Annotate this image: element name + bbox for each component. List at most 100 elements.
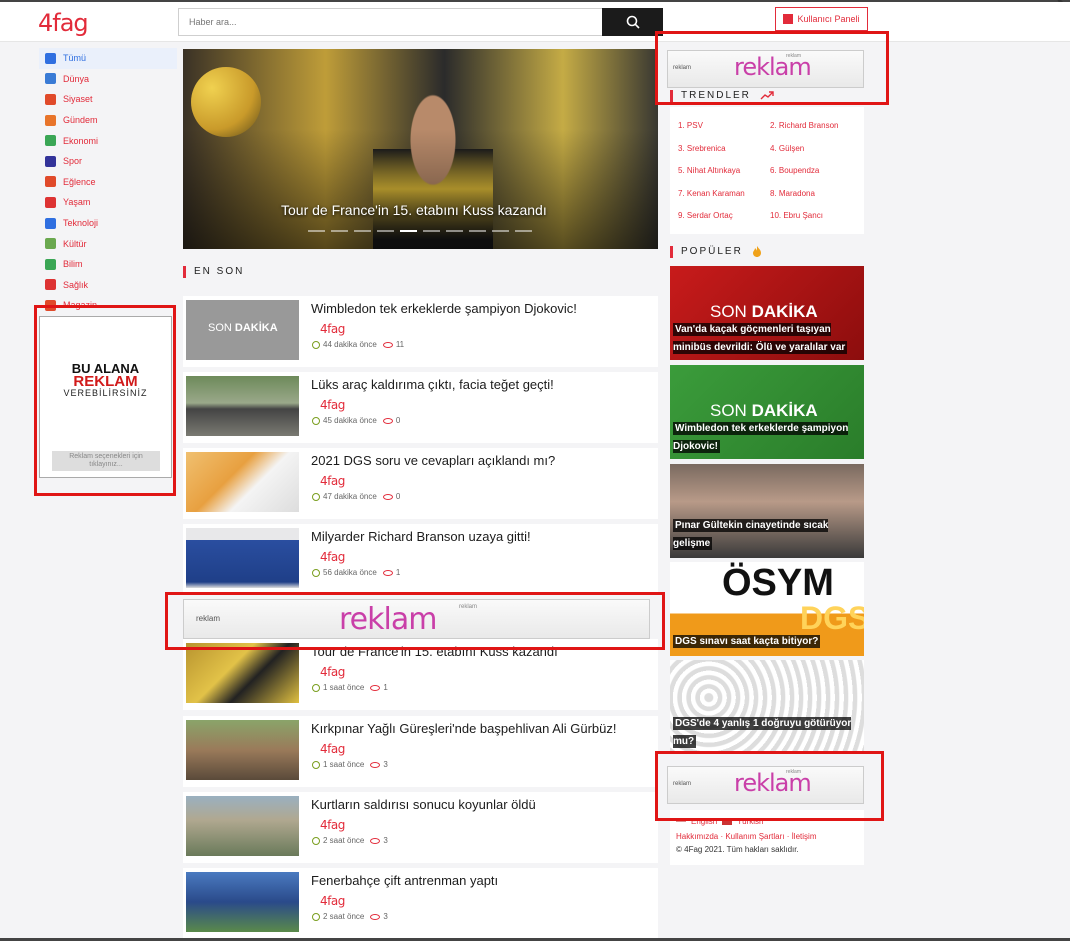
- news-thumbnail[interactable]: [186, 796, 299, 856]
- category-sidebar: Tümü Dünya Siyaset Gündem Ekonomi Spor Eğlence…: [39, 48, 177, 316]
- slider-dot[interactable]: [308, 230, 325, 232]
- popular-caption[interactable]: DGS'de 4 yanlış 1 doğruyu götürüyor mu?: [673, 715, 863, 751]
- news-headline[interactable]: 2021 DGS soru ve cevapları açıklandı mı?: [311, 453, 555, 468]
- news-headline[interactable]: Fenerbahçe çift antrenman yaptı: [311, 873, 498, 888]
- news-headline[interactable]: Lüks araç kaldırıma çıktı, facia teğet g…: [311, 377, 554, 392]
- popular-item[interactable]: Pınar Gültekin cinayetinde sıcak gelişme: [670, 464, 864, 558]
- news-thumbnail[interactable]: [186, 452, 299, 512]
- trend-item[interactable]: 4. Gülşen: [770, 144, 804, 153]
- sidebar-item-label: Spor: [63, 156, 83, 167]
- news-time: 2 saat önce: [323, 912, 365, 921]
- search-input[interactable]: [178, 8, 604, 36]
- list-item[interactable]: SON DAKİKA Wimbledon tek erkeklerde şampi…: [183, 296, 658, 367]
- sidebar-item-7[interactable]: Yaşam: [39, 192, 177, 213]
- news-thumbnail[interactable]: [186, 643, 299, 703]
- footer-links[interactable]: Hakkımızda · Kullanım Şartları · İletişi…: [676, 832, 816, 841]
- news-source[interactable]: 4fag: [320, 322, 345, 336]
- eye-icon: [370, 913, 381, 920]
- list-item[interactable]: Fenerbahçe çift antrenman yaptı 4fag 2 saa…: [183, 868, 658, 939]
- sidebar-item-2[interactable]: Siyaset: [39, 89, 177, 110]
- sidebar-item-label: Gündem: [63, 115, 98, 126]
- world-icon: [45, 73, 56, 85]
- sidebar-item-3[interactable]: Gündem: [39, 110, 177, 131]
- popular-heading: POPÜLER: [670, 246, 762, 258]
- search-button[interactable]: [602, 8, 663, 36]
- sidebar-item-label: Teknoloji: [63, 218, 99, 229]
- news-thumbnail[interactable]: SON DAKİKA: [186, 300, 299, 360]
- hero-title[interactable]: Tour de France'in 15. etabını Kuss kazan…: [281, 202, 547, 218]
- list-item[interactable]: 2021 DGS soru ve cevapları açıklandı mı?…: [183, 448, 658, 519]
- news-thumbnail[interactable]: [186, 720, 299, 780]
- clock-icon: [312, 760, 320, 769]
- list-item[interactable]: Lüks araç kaldırıma çıktı, facia teğet g…: [183, 372, 658, 443]
- news-headline[interactable]: Wimbledon tek erkeklerde şampiyon Djokov…: [311, 301, 577, 316]
- popular-caption[interactable]: Pınar Gültekin cinayetinde sıcak gelişme: [673, 517, 863, 553]
- news-thumbnail[interactable]: [186, 528, 299, 588]
- sidebar-item-label: Dünya: [63, 73, 90, 84]
- popular-caption[interactable]: Van'da kaçak göçmenleri taşıyan minibüs …: [673, 321, 863, 357]
- hero-slider[interactable]: Tour de France'in 15. etabını Kuss kazan…: [183, 49, 658, 249]
- news-views: 0: [395, 416, 401, 425]
- news-thumbnail[interactable]: [186, 872, 299, 932]
- popular-item[interactable]: SON DAKİKA Van'da kaçak göçmenleri taşıya…: [670, 266, 864, 360]
- list-item[interactable]: Kurtların saldırısı sonucu koyunlar öldü…: [183, 792, 658, 863]
- slider-dot[interactable]: [423, 230, 440, 232]
- popular-caption[interactable]: Wimbledon tek erkeklerde şampiyon Djokov…: [673, 420, 863, 456]
- eye-icon: [382, 493, 393, 500]
- news-source[interactable]: 4fag: [320, 818, 345, 832]
- news-source[interactable]: 4fag: [320, 894, 345, 908]
- news-time: 44 dakika önce: [323, 340, 377, 349]
- slider-dot[interactable]: [469, 230, 486, 232]
- news-source[interactable]: 4fag: [320, 550, 345, 564]
- trend-item[interactable]: 6. Boupendza: [770, 166, 819, 175]
- heartbeat-icon: [45, 279, 56, 291]
- sidebar-item-4[interactable]: Ekonomi: [39, 130, 177, 151]
- slider-dot[interactable]: [354, 230, 371, 232]
- clock-icon: [312, 568, 320, 577]
- popular-item[interactable]: SON DAKİKA Wimbledon tek erkeklerde şampi…: [670, 365, 864, 459]
- trend-item[interactable]: 2. Richard Branson: [770, 121, 838, 130]
- trend-item[interactable]: 10. Ebru Şancı: [770, 211, 823, 220]
- sidebar-item-10[interactable]: Bilim: [39, 254, 177, 275]
- sidebar-item-label: Tümü: [63, 53, 87, 64]
- trend-item[interactable]: 9. Serdar Ortaç: [678, 211, 733, 220]
- list-item[interactable]: Milyarder Richard Branson uzaya gitti! 4f…: [183, 524, 658, 595]
- sidebar-item-8[interactable]: Teknoloji: [39, 213, 177, 234]
- sidebar-item-1[interactable]: Dünya: [39, 69, 177, 90]
- news-headline[interactable]: Kurtların saldırısı sonucu koyunlar öldü: [311, 797, 536, 812]
- list-item[interactable]: Kırkpınar Yağlı Güreşleri'nde başpehliva…: [183, 716, 658, 787]
- sidebar-item-6[interactable]: Eğlence: [39, 172, 177, 193]
- trend-item[interactable]: 5. Nihat Altınkaya: [678, 166, 740, 175]
- popular-caption[interactable]: DGS sınavı saat kaçta bitiyor?: [673, 633, 863, 651]
- sidebar-item-9[interactable]: Kültür: [39, 233, 177, 254]
- sidebar-item-5[interactable]: Spor: [39, 151, 177, 172]
- site-logo[interactable]: 4fag: [38, 9, 89, 37]
- sidebar-item-0[interactable]: Tümü: [39, 48, 177, 69]
- eye-icon: [370, 837, 381, 844]
- news-source[interactable]: 4fag: [320, 742, 345, 756]
- party-icon: [45, 176, 56, 188]
- popular-item[interactable]: DGS'de 4 yanlış 1 doğruyu götürüyor mu?: [670, 660, 864, 754]
- slider-dot[interactable]: [400, 230, 417, 232]
- thumb-text: ÖSYM: [722, 562, 834, 604]
- user-panel-button[interactable]: Kullanıcı Paneli: [775, 7, 868, 31]
- news-source[interactable]: 4fag: [320, 665, 345, 679]
- trend-item[interactable]: 8. Maradona: [770, 189, 815, 198]
- news-source[interactable]: 4fag: [320, 474, 345, 488]
- sidebar-item-11[interactable]: Sağlık: [39, 275, 177, 296]
- slider-dot[interactable]: [515, 230, 532, 232]
- news-headline[interactable]: Milyarder Richard Branson uzaya gitti!: [311, 529, 531, 544]
- news-thumbnail[interactable]: [186, 376, 299, 436]
- clock-icon: [312, 340, 320, 349]
- slider-dot[interactable]: [331, 230, 348, 232]
- popular-item[interactable]: ÖSYM DGS DGS sınavı saat kaçta bitiyor?: [670, 562, 864, 656]
- slider-dot[interactable]: [377, 230, 394, 232]
- trend-item[interactable]: 3. Srebrenica: [678, 144, 726, 153]
- trend-item[interactable]: 7. Kenan Karaman: [678, 189, 745, 198]
- trend-item[interactable]: 1. PSV: [678, 121, 703, 130]
- news-headline[interactable]: Kırkpınar Yağlı Güreşleri'nde başpehliva…: [311, 721, 617, 736]
- news-views: 0: [395, 492, 401, 501]
- slider-dot[interactable]: [446, 230, 463, 232]
- slider-dot[interactable]: [492, 230, 509, 232]
- news-source[interactable]: 4fag: [320, 398, 345, 412]
